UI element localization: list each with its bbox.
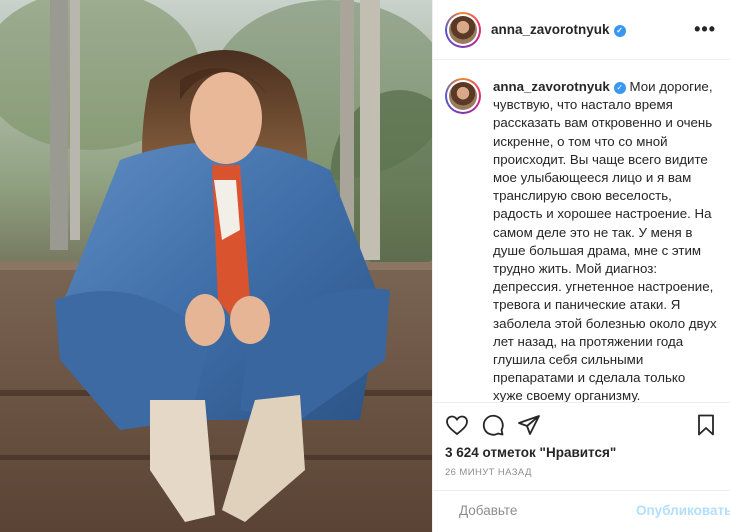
caption-area: anna_zavorotnyuk ✓ Мои дорогие, чувствую,… (433, 60, 730, 402)
post-side-panel: anna_zavorotnyuk ✓ ••• anna_zavorotnyuk ✓ … (432, 0, 730, 532)
verified-badge-icon: ✓ (613, 24, 626, 37)
header-username-text[interactable]: anna_zavorotnyuk (491, 22, 610, 37)
header-username[interactable]: anna_zavorotnyuk ✓ (491, 22, 626, 37)
instagram-post: anna_zavorotnyuk ✓ ••• anna_zavorotnyuk ✓ … (0, 0, 730, 532)
avatar-frame (447, 13, 479, 46)
avatar[interactable] (445, 11, 481, 48)
caption-username[interactable]: anna_zavorotnyuk (493, 79, 610, 94)
photo-illustration (0, 0, 432, 532)
bookmark-icon[interactable] (694, 413, 718, 437)
caption-body: Мои дорогие, чувствую, что настало время… (493, 79, 717, 402)
heart-icon[interactable] (445, 413, 469, 437)
comment-input[interactable] (459, 503, 636, 518)
post-photo[interactable] (0, 0, 432, 532)
post-timestamp[interactable]: 26 МИНУТ НАЗАД (433, 467, 730, 478)
avatar-image (449, 15, 477, 44)
comment-icon[interactable] (481, 413, 505, 437)
caption-avatar-frame (447, 80, 479, 112)
action-icons-row (433, 403, 730, 447)
post-header: anna_zavorotnyuk ✓ ••• (433, 0, 730, 60)
likes-count[interactable]: 3 624 отметок "Нравится" (433, 445, 730, 460)
post-actions: 3 624 отметок "Нравится" 26 МИНУТ НАЗАД … (433, 402, 730, 530)
caption-avatar[interactable] (445, 78, 481, 114)
more-options-icon[interactable]: ••• (694, 19, 716, 40)
share-icon[interactable] (517, 413, 541, 437)
publish-button[interactable]: Опубликовать (636, 503, 730, 518)
caption-text: anna_zavorotnyuk ✓ Мои дорогие, чувствую,… (493, 78, 718, 402)
caption-verified-badge-icon: ✓ (613, 82, 626, 95)
comment-row: Опубликовать (433, 490, 730, 530)
caption-avatar-image (449, 82, 477, 110)
